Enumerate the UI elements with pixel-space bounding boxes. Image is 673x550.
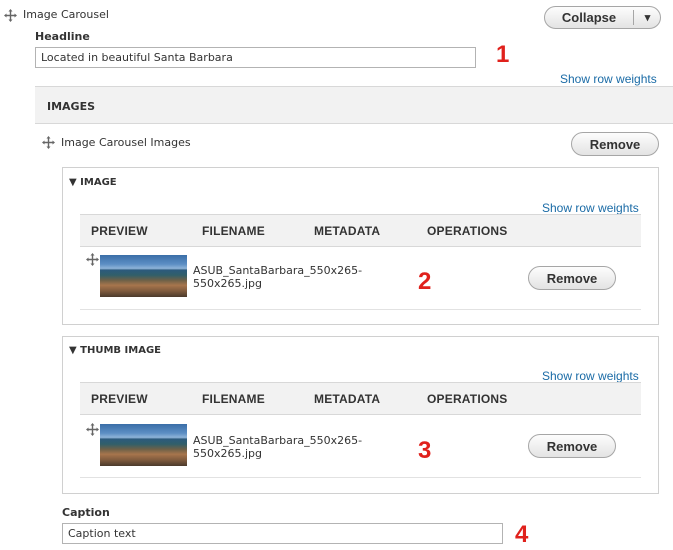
annotation-marker-2: 2 bbox=[418, 268, 432, 295]
drag-handle-icon[interactable] bbox=[42, 136, 55, 149]
remove-image-button[interactable]: Remove bbox=[528, 266, 616, 290]
remove-thumb-button[interactable]: Remove bbox=[528, 434, 616, 458]
table-row: ASUB_SantaBarbara_550x265- 550x265.jpg R… bbox=[80, 247, 641, 309]
annotation-marker-3: 3 bbox=[418, 437, 432, 464]
column-header-filename: FILENAME bbox=[202, 224, 265, 238]
annotation-marker-4: 4 bbox=[515, 521, 529, 548]
drag-handle-icon[interactable] bbox=[86, 253, 99, 266]
drag-handle-icon[interactable] bbox=[4, 9, 17, 22]
images-item-title: Image Carousel Images bbox=[61, 136, 191, 149]
column-header-operations: OPERATIONS bbox=[427, 392, 508, 406]
show-row-weights-link[interactable]: Show row weights bbox=[542, 201, 639, 215]
table-row: ASUB_SantaBarbara_550x265- 550x265.jpg R… bbox=[80, 415, 641, 477]
collapse-button[interactable]: Collapse bbox=[545, 10, 633, 25]
santa-barbara-thumbnail bbox=[100, 255, 187, 297]
caption-label: Caption bbox=[62, 506, 110, 519]
thumb-fieldset-legend[interactable]: ▼ THUMB IMAGE bbox=[69, 345, 161, 356]
file-name: ASUB_SantaBarbara_550x265- 550x265.jpg bbox=[193, 434, 363, 460]
drag-handle-icon[interactable] bbox=[86, 423, 99, 436]
column-header-preview: PREVIEW bbox=[91, 224, 148, 238]
thumb-table-header: PREVIEW FILENAME METADATA OPERATIONS bbox=[80, 382, 641, 415]
headline-label: Headline bbox=[35, 30, 90, 43]
show-row-weights-link[interactable]: Show row weights bbox=[560, 72, 657, 86]
images-section-title: IMAGES bbox=[47, 100, 96, 113]
file-name: ASUB_SantaBarbara_550x265- 550x265.jpg bbox=[193, 264, 363, 290]
column-header-metadata: METADATA bbox=[314, 224, 381, 238]
image-fieldset-legend[interactable]: ▼ IMAGE bbox=[69, 177, 117, 188]
row-divider bbox=[80, 477, 641, 478]
images-section-header: IMAGES bbox=[35, 86, 673, 124]
column-header-operations: OPERATIONS bbox=[427, 224, 508, 238]
row-divider bbox=[80, 309, 641, 310]
remove-images-item-button[interactable]: Remove bbox=[571, 132, 659, 156]
caption-input[interactable] bbox=[62, 523, 503, 544]
image-table-header: PREVIEW FILENAME METADATA OPERATIONS bbox=[80, 214, 641, 247]
collapse-button-group[interactable]: Collapse ▾ bbox=[544, 6, 661, 29]
headline-input[interactable] bbox=[35, 47, 476, 68]
chevron-down-icon[interactable]: ▾ bbox=[634, 11, 661, 24]
show-row-weights-link[interactable]: Show row weights bbox=[542, 369, 639, 383]
annotation-marker-1: 1 bbox=[496, 41, 510, 68]
santa-barbara-thumbnail bbox=[100, 424, 187, 466]
column-header-metadata: METADATA bbox=[314, 392, 381, 406]
component-title: Image Carousel bbox=[23, 8, 109, 21]
column-header-filename: FILENAME bbox=[202, 392, 265, 406]
column-header-preview: PREVIEW bbox=[91, 392, 148, 406]
